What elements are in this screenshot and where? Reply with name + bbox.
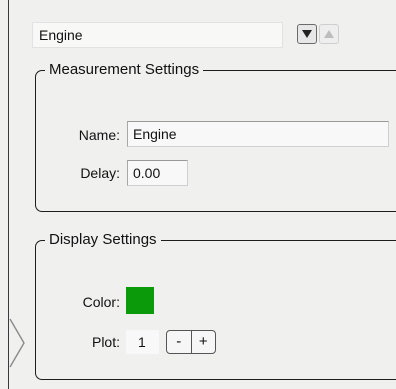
delay-field[interactable]: 0.00 [127, 160, 188, 186]
triangle-up-icon [324, 30, 334, 38]
delay-label: Delay: [80, 165, 120, 181]
triangle-down-icon [302, 30, 312, 38]
measurement-editor-panel: Engine Measurement Settings Name: Engine… [0, 0, 396, 389]
plot-increment-button[interactable]: + [192, 331, 216, 353]
plot-number-field[interactable]: 1 [126, 330, 159, 354]
plot-label: Plot: [91, 334, 120, 350]
plot-number-value: 1 [138, 334, 146, 350]
plot-stepper: - + [166, 330, 216, 354]
measurement-nav [297, 24, 339, 44]
chevron-right-icon[interactable] [7, 316, 27, 370]
color-label: Color: [82, 294, 120, 310]
color-swatch[interactable] [126, 287, 154, 314]
next-measurement-button[interactable] [297, 24, 317, 44]
display-settings-title: Display Settings [45, 231, 161, 249]
previous-measurement-button[interactable] [319, 24, 339, 44]
name-label: Name: [78, 127, 120, 143]
plot-decrement-button[interactable]: - [167, 331, 192, 353]
name-field-value: Engine [133, 126, 177, 142]
measurement-settings-title: Measurement Settings [45, 61, 204, 79]
delay-field-value: 0.00 [133, 165, 161, 181]
name-field[interactable]: Engine [127, 121, 389, 147]
measurement-select[interactable]: Engine [32, 22, 283, 48]
measurement-select-value: Engine [39, 27, 83, 43]
